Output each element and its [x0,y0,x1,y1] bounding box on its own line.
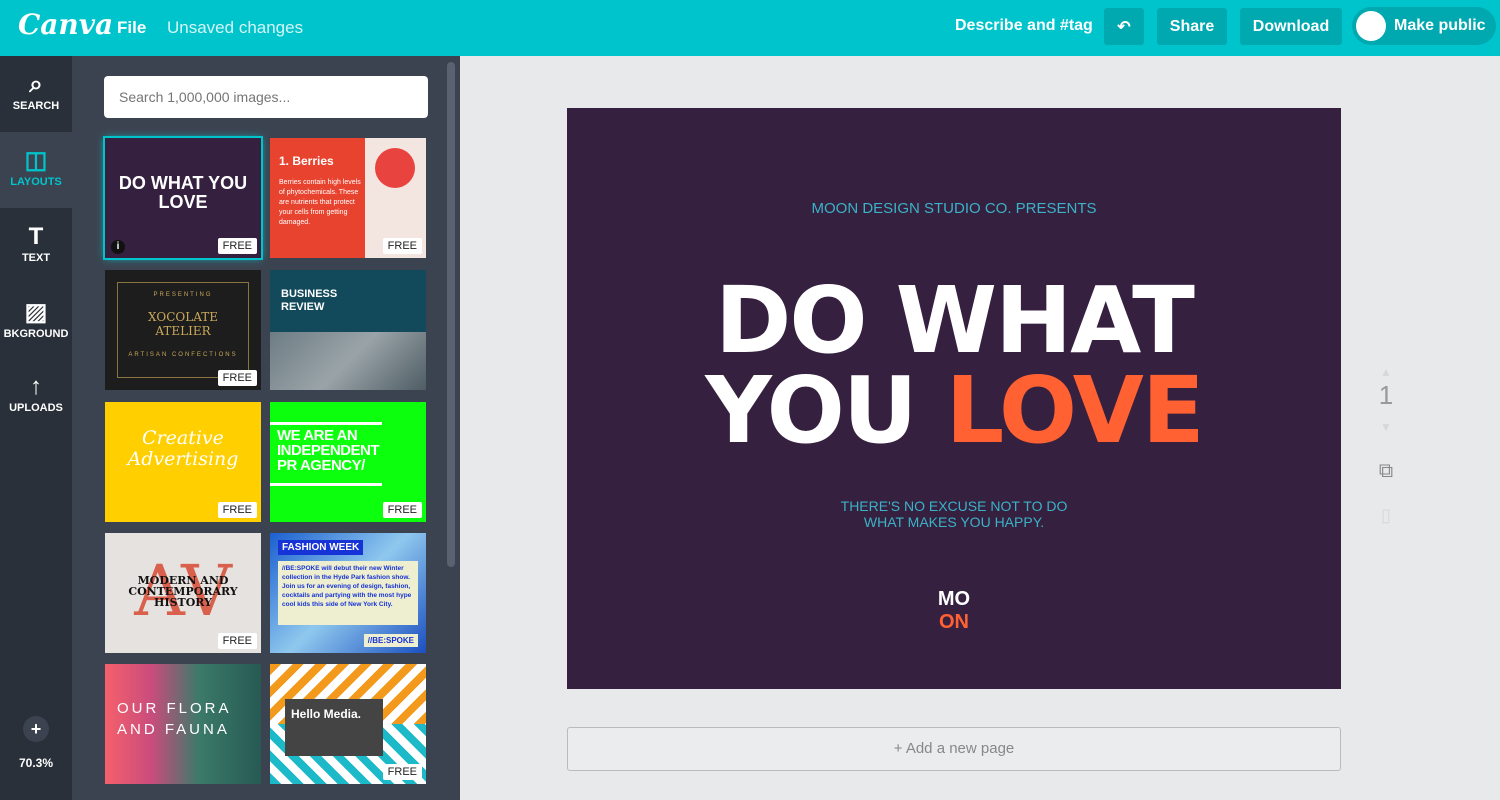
free-badge: FREE [217,633,257,649]
make-public-label: Make public [1394,17,1486,34]
move-page-down-icon[interactable]: ▼ [1370,420,1402,434]
thumb-title: Creative Advertising [127,427,239,470]
headline-love: LOVE [945,357,1205,464]
page-number: 1 [1378,380,1394,410]
search-icon: ⌕ [29,71,43,98]
duplicate-page-icon[interactable]: ⧉ [1370,460,1402,483]
nav-label: SEARCH [12,100,60,112]
logo-on: ON [939,611,969,633]
free-badge: FREE [382,238,422,254]
thumb-body: Berries contain high levels of phytochem… [279,179,361,226]
layout-thumb-hello-media[interactable]: Hello Media. FREE [270,664,426,784]
layouts-icon: ◫ [24,147,48,174]
panel-scrollbar[interactable] [447,62,455,567]
share-button[interactable]: Share [1157,8,1227,45]
upload-icon: ↑ [30,373,42,400]
thumb-title: FASHION WEEK [278,540,364,555]
free-badge: FREE [217,370,257,386]
nav-search[interactable]: ⌕ SEARCH [0,56,72,132]
layout-thumb-flora-fauna[interactable]: OUR FLORA AND FAUNA [105,664,261,784]
download-button[interactable]: Download [1240,8,1342,45]
left-nav: ⌕ SEARCH ◫ LAYOUTS T TEXT ▨ BKGROUND ↑ UPLOAD… [0,56,72,800]
nav-layouts[interactable]: ◫ LAYOUTS [0,132,72,208]
top-bar: Canva File Unsaved changes Describe and … [0,0,1500,56]
subtitle-line-1: THERE'S NO EXCUSE NOT TO DO [840,498,1068,514]
layout-thumb-do-what-you-love[interactable]: DO WHAT YOU LOVE i FREE [105,138,261,258]
undo-button[interactable]: ↶ [1104,8,1144,45]
info-icon[interactable]: i [111,240,125,254]
delete-page-icon[interactable]: ▯ [1370,505,1402,526]
layout-thumb-creative-advertising[interactable]: Creative Advertising FREE [105,402,261,522]
thumb-title: Hello Media. [285,699,383,756]
logo-mo: MO [937,588,971,610]
design-canvas[interactable]: MOON DESIGN STUDIO CO. PRESENTS DO WHAT … [567,108,1341,689]
layout-thumb-modern-history[interactable]: AV MODERN AND CONTEMPORARY HISTORY FREE [105,533,261,653]
presents-text[interactable]: MOON DESIGN STUDIO CO. PRESENTS [567,200,1341,217]
headline[interactable]: DO WHAT YOU LOVE [567,267,1341,457]
thumb-tag: //BE:SPOKE [363,634,418,647]
subtitle[interactable]: THERE'S NO EXCUSE NOT TO DO WHAT MAKES Y… [567,498,1341,530]
free-badge: FREE [217,238,257,254]
layout-thumb-business-review[interactable]: BUSINESS REVIEW [270,270,426,390]
zoom-control: + 70.3% [0,716,72,770]
nav-label: UPLOADS [9,402,63,414]
thumb-title: BUSINESS REVIEW [281,288,338,313]
describe-tag-link[interactable]: Describe and #tag [955,17,1093,35]
background-icon: ▨ [24,299,48,326]
headline-you: YOU [705,357,917,464]
free-badge: FREE [382,502,422,518]
layout-thumb-fashion-week[interactable]: FASHION WEEK //BE:SPOKE will debut their… [270,533,426,653]
zoom-in-button[interactable]: + [23,716,49,742]
nav-label: BKGROUND [3,328,69,340]
thumb-body: //BE:SPOKE will debut their new Winter c… [278,561,418,625]
text-icon: T [28,223,44,250]
free-badge: FREE [217,502,257,518]
nav-text[interactable]: T TEXT [0,208,72,284]
headline-line-2: YOU LOVE [567,365,1341,457]
free-badge: FREE [382,764,422,780]
image-search-input[interactable] [104,76,428,118]
nav-label: TEXT [21,252,51,264]
undo-icon: ↶ [1117,18,1131,36]
file-menu[interactable]: File [117,18,146,38]
layouts-panel: DO WHAT YOU LOVE i FREE 1. Berries Berri… [72,56,460,800]
canva-logo[interactable]: Canva [18,8,113,41]
layout-thumb-pr-agency[interactable]: WE ARE AN INDEPENDENT PR AGENCY/ FREE [270,402,426,522]
nav-background[interactable]: ▨ BKGROUND [0,284,72,360]
layout-thumb-berries[interactable]: 1. Berries Berries contain high levels o… [270,138,426,258]
make-public-toggle[interactable]: Make public [1352,7,1496,45]
zoom-level: 70.3% [18,756,54,770]
nav-uploads[interactable]: ↑ UPLOADS [0,358,72,434]
thumb-title: OUR FLORA AND FAUNA [117,700,231,738]
thumb-title: 1. Berries [279,154,334,168]
thumb-title: MODERN AND CONTEMPORARY HISTORY [128,574,238,609]
add-page-button[interactable]: + Add a new page [567,727,1341,771]
toggle-knob [1356,11,1386,41]
city-image [270,332,426,390]
save-status: Unsaved changes [167,18,304,37]
moon-logo[interactable]: MO ON [567,588,1341,634]
headline-line-1: DO WHAT [715,267,1195,374]
thumb-title: WE ARE AN INDEPENDENT PR AGENCY/ [277,427,380,474]
move-page-up-icon[interactable]: ▲ [1370,365,1402,379]
nav-label: LAYOUTS [10,176,62,188]
thumb-title: DO WHAT YOU LOVE [118,173,248,212]
subtitle-line-2: WHAT MAKES YOU HAPPY. [863,514,1045,530]
layout-thumb-xocolate[interactable]: PRESENTING XOCOLATE ATELIER ARTISAN CONF… [105,270,261,390]
